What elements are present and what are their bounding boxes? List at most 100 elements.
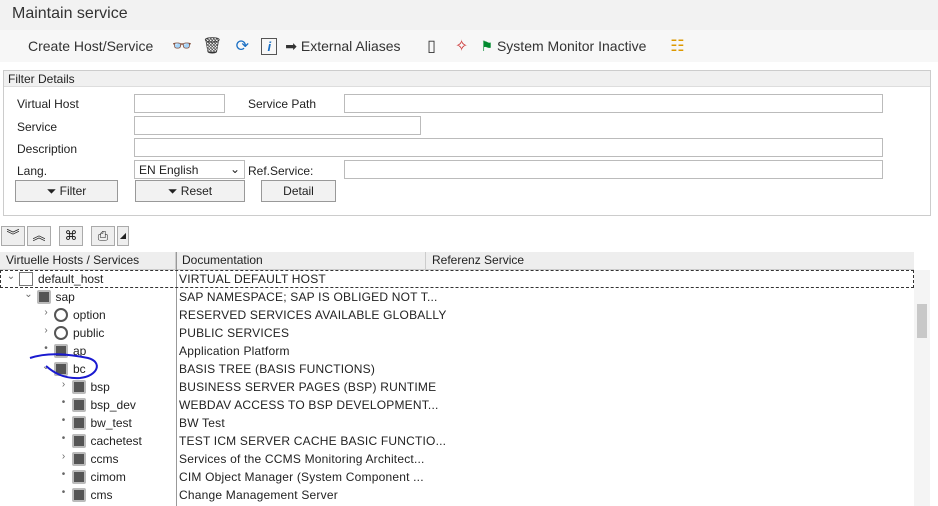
expander-icon[interactable]: ⌄ [24,289,34,300]
package-icon [71,452,86,466]
blue-annotation-scribble [29,353,98,380]
window-title: Maintain service [0,0,938,30]
table-row[interactable]: › option RESERVED SERVICES AVAILABLE GLO… [0,306,914,324]
node-name[interactable]: option [73,308,106,322]
expander-icon[interactable]: • [59,397,69,408]
package-icon [71,434,86,448]
filter-heading: Filter Details [4,71,930,87]
expander-icon[interactable]: • [59,487,69,498]
service-icon [54,308,68,322]
virtual-host-input[interactable] [134,94,225,113]
node-name[interactable]: cms [91,488,113,502]
tree-toolbar: ︾ ︽ ⌘ ⎙ ◢ [1,226,129,246]
service-input[interactable] [134,116,421,135]
magic-wand-icon[interactable]: ✧ [451,36,473,56]
description-label: Description [17,142,78,156]
table-row[interactable]: • cms Change Management Server [0,486,914,504]
node-documentation: BUSINESS SERVER PAGES (BSP) RUNTIME [179,380,437,394]
node-name[interactable]: ccms [91,452,119,466]
document-icon[interactable]: ▯ [421,36,443,56]
expander-icon[interactable]: › [59,451,69,462]
flag-icon: ⚑ [480,37,494,54]
arrow-right-icon: ➡ [285,37,298,54]
service-path-label: Service Path [248,97,317,111]
package-icon [71,488,86,502]
table-row[interactable]: • bsp_dev WEBDAV ACCESS TO BSP DEVELOPME… [0,396,914,414]
node-name[interactable]: bw_test [91,416,132,430]
detail-button[interactable]: Detail [261,180,336,202]
node-name[interactable]: bsp_dev [91,398,136,412]
expander-icon[interactable]: • [59,415,69,426]
system-monitor-button[interactable]: ⚑ System Monitor Inactive [481,38,647,55]
print-icon[interactable]: ⎙ [91,226,115,246]
expand-all-icon[interactable]: ︾ [1,226,25,246]
table-row[interactable]: › public PUBLIC SERVICES [0,324,914,342]
lang-select[interactable]: EN English ⌄ [134,160,245,179]
delete-icon[interactable]: 🗑 [201,36,223,56]
node-documentation: SAP NAMESPACE; SAP IS OBLIGED NOT T... [179,290,438,304]
node-documentation: BW Test [179,416,225,430]
table-row[interactable]: • cachetest TEST ICM SERVER CACHE BASIC … [0,432,914,450]
table-row[interactable]: ⌄ bc BASIS TREE (BASIS FUNCTIONS) [0,360,914,378]
package-icon [71,380,86,394]
table-row[interactable]: › ccms Services of the CCMS Monitoring A… [0,450,914,468]
reset-button[interactable]: ⏷ Reset [135,180,245,202]
scrollbar-thumb[interactable] [917,304,927,338]
table-row[interactable]: • cimom CIM Object Manager (System Compo… [0,468,914,486]
table-row[interactable]: ⌄ default_host VIRTUAL DEFAULT HOST [0,270,914,288]
filter-button[interactable]: ⏷ Filter [15,180,118,202]
lang-label: Lang. [17,164,48,178]
ref-service-input[interactable] [344,160,883,179]
package-icon [36,290,51,304]
expander-icon[interactable]: › [41,325,51,336]
print-menu-chevron-icon[interactable]: ◢ [117,226,129,246]
node-name[interactable]: sap [56,290,75,304]
expander-icon[interactable]: • [59,433,69,444]
info-icon[interactable]: i [261,37,278,55]
find-binoculars-icon[interactable]: ⌘ [59,226,83,246]
hierarchy-icon[interactable]: ☷ [666,36,688,56]
expander-icon[interactable]: › [41,307,51,318]
node-documentation: VIRTUAL DEFAULT HOST [179,272,326,286]
node-name[interactable]: cachetest [91,434,142,448]
node-documentation: CIM Object Manager (System Component ... [179,470,424,484]
description-input[interactable] [134,138,883,157]
column-header-hosts[interactable]: Virtuelle Hosts / Services [0,252,176,269]
vertical-scrollbar[interactable] [914,270,930,506]
package-icon [71,470,86,484]
display-glasses-icon[interactable]: 👓 [171,36,193,56]
create-host-service-button[interactable]: Create Host/Service [28,38,153,54]
refresh-icon[interactable]: ⟳ [231,36,253,56]
node-name[interactable]: cimom [91,470,126,484]
table-row[interactable]: • bw_test BW Test [0,414,914,432]
node-documentation: BASIS TREE (BASIS FUNCTIONS) [179,362,376,376]
table-row[interactable]: › bsp BUSINESS SERVER PAGES (BSP) RUNTIM… [0,378,914,396]
service-path-input[interactable] [344,94,883,113]
table-row[interactable]: • ap Application Platform [0,342,914,360]
node-documentation: TEST ICM SERVER CACHE BASIC FUNCTIO... [179,434,447,448]
package-icon [71,398,86,412]
node-name[interactable]: default_host [38,272,103,286]
reset-filter-icon: ⏷ [167,184,178,198]
collapse-all-icon[interactable]: ︽ [27,226,51,246]
node-documentation: Services of the CCMS Monitoring Architec… [179,452,425,466]
node-documentation: RESERVED SERVICES AVAILABLE GLOBALLY [179,308,447,322]
table-row[interactable]: ⌄ sap SAP NAMESPACE; SAP IS OBLIGED NOT … [0,288,914,306]
column-header-documentation[interactable]: Documentation [176,252,426,269]
external-aliases-button[interactable]: ➡ External Aliases [285,38,400,55]
virtual-host-label: Virtual Host [17,97,79,111]
table-header: Virtuelle Hosts / Services Documentation… [0,252,914,270]
filter-details-panel: Filter Details Virtual Host Service Path… [3,70,931,216]
service-icon [54,326,68,340]
node-documentation: PUBLIC SERVICES [179,326,290,340]
expander-icon[interactable]: ⌄ [6,271,16,282]
ref-service-label: Ref.Service: [248,164,314,178]
node-name[interactable]: bsp [91,380,110,394]
node-documentation: WEBDAV ACCESS TO BSP DEVELOPMENT... [179,398,439,412]
node-name[interactable]: public [73,326,104,340]
expander-icon[interactable]: • [59,469,69,480]
chevron-down-icon: ⌄ [229,162,240,176]
service-tree: ⌄ default_host VIRTUAL DEFAULT HOST ⌄ sap… [0,270,914,504]
funnel-icon: ⏷ [46,184,57,198]
column-header-reference[interactable]: Referenz Service [426,252,914,269]
